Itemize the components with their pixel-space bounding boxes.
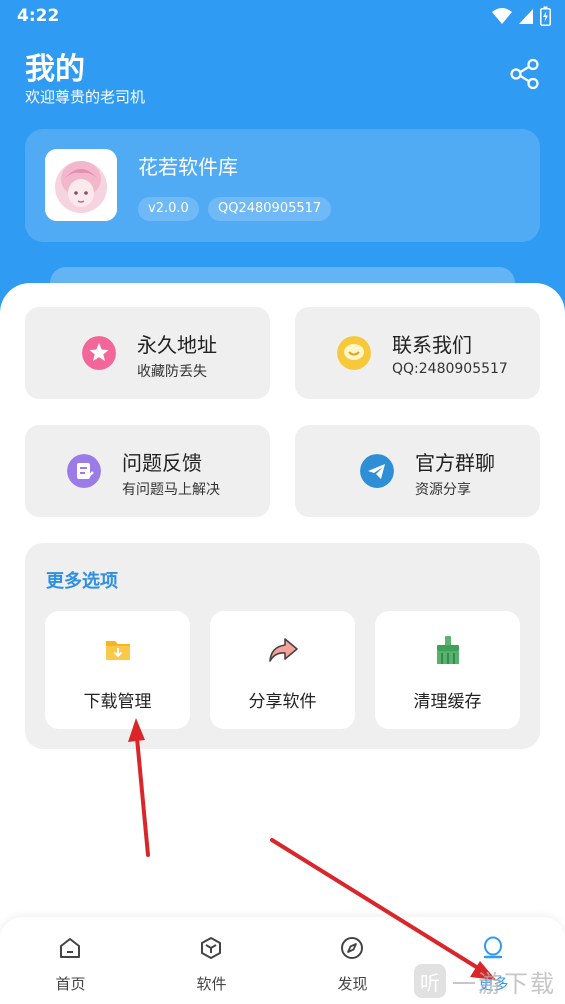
option-label: 分享软件 [248,692,317,712]
nav-label: 软件 [196,975,227,993]
signal-icon [519,9,533,24]
more-options-title: 更多选项 [46,571,118,592]
status-bar: 4:22 [0,0,565,32]
tile-permanent-address[interactable]: 永久地址 收藏防丢失 [25,307,270,399]
feedback-icon [67,454,101,488]
svg-text:听: 听 [420,971,440,995]
tile-subtitle: QQ:2480905517 [392,361,508,377]
more-options-section: 更多选项 下载管理 分享软件 清理缓存 [25,543,540,749]
compass-icon [341,937,363,959]
nav-item-discover[interactable]: 发现 [282,917,423,1004]
tile-subtitle: 资源分享 [415,482,471,498]
tile-official-group[interactable]: 官方群聊 资源分享 [295,425,540,517]
avatar [45,149,117,221]
tile-contact-us[interactable]: 联系我们 QQ:2480905517 [295,307,540,399]
option-label: 清理缓存 [413,692,482,712]
nav-item-software[interactable]: 软件 [141,917,282,1004]
tile-title: 永久地址 [137,333,217,357]
tile-title: 联系我们 [392,333,472,357]
download-folder-icon [106,641,130,660]
qq-badge: QQ2480905517 [208,197,332,221]
clear-cache-button[interactable]: 清理缓存 [375,611,520,729]
tile-feedback[interactable]: 问题反馈 有问题马上解决 [25,425,270,517]
watermark: 听 一游下载 [412,958,562,1002]
battery-icon [540,6,551,26]
chat-bubble-icon [337,336,371,370]
avatar-image [45,149,117,221]
option-label: 下载管理 [83,692,152,712]
page-subtitle: 欢迎尊贵的老司机 [25,88,146,106]
nav-item-home[interactable]: 首页 [0,917,141,1004]
watermark-text: 一游下载 [452,970,556,998]
download-manager-button[interactable]: 下载管理 [45,611,190,729]
share-arrow-icon [269,638,298,662]
tile-title: 官方群聊 [415,451,495,475]
version-badge: v2.0.0 [138,197,199,221]
star-icon [82,336,116,370]
page-title: 我的 [25,52,85,87]
watermark-logo-icon: 听 [414,964,446,998]
profile-card[interactable]: 花若软件库 v2.0.0 QQ2480905517 [25,129,540,242]
box-icon [201,937,221,959]
telegram-icon [360,454,394,488]
nav-label: 首页 [55,975,86,993]
home-icon [60,938,80,958]
wifi-icon [492,8,512,24]
tile-title: 问题反馈 [122,451,202,475]
profile-name: 花若软件库 [138,155,238,179]
nav-label: 发现 [337,975,368,993]
tile-subtitle: 有问题马上解决 [122,482,220,498]
share-software-button[interactable]: 分享软件 [210,611,355,729]
tile-subtitle: 收藏防丢失 [137,364,207,380]
share-icon[interactable] [508,57,542,91]
broom-icon [437,636,459,664]
status-icons [492,5,551,27]
status-time: 4:22 [17,6,60,26]
